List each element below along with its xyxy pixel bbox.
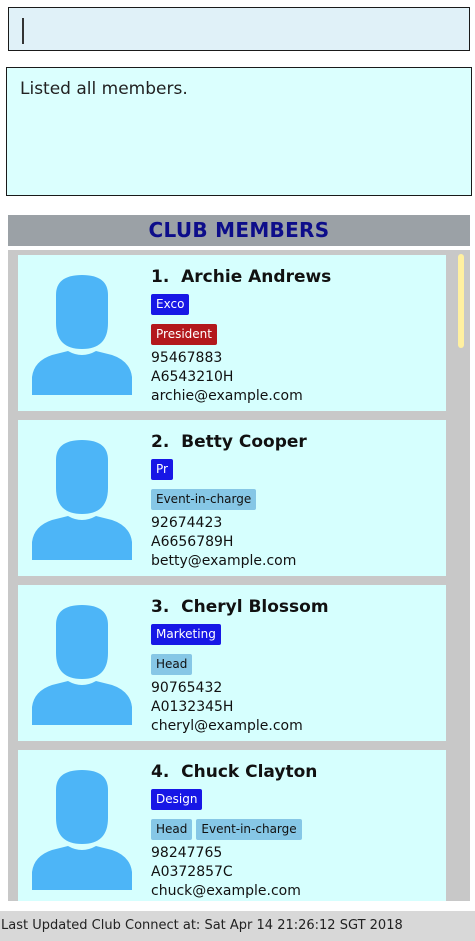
tag-row: Exco xyxy=(151,293,441,319)
user-avatar-icon xyxy=(32,440,132,560)
status-bar: Last Updated Club Connect at: Sat Apr 14… xyxy=(0,911,475,941)
command-input[interactable] xyxy=(9,8,469,50)
result-message: Listed all members. xyxy=(20,79,188,99)
tag-row: Head xyxy=(151,653,441,679)
last-updated-text: Last Updated Club Connect at: Sat Apr 14… xyxy=(1,918,403,933)
member-list-header: CLUB MEMBERS xyxy=(8,215,470,246)
member-index: 1. xyxy=(151,267,170,287)
member-index: 2. xyxy=(151,432,170,452)
member-index: 4. xyxy=(151,762,170,782)
member-name-text: Archie Andrews xyxy=(181,267,332,287)
user-avatar-icon xyxy=(32,605,132,725)
member-id: A0372857C xyxy=(151,864,233,880)
text-caret xyxy=(22,18,24,44)
member-email: cheryl@example.com xyxy=(151,718,303,734)
tag-role: Event-in-charge xyxy=(196,819,302,840)
member-phone: 92674423 xyxy=(151,515,223,531)
user-avatar-icon xyxy=(32,770,132,890)
tag-group: Exco xyxy=(151,294,190,315)
member-phone: 98247765 xyxy=(151,845,223,861)
member-card[interactable]: 1. Archie Andrews Exco President 9546788… xyxy=(18,255,446,411)
tag-row: President xyxy=(151,323,441,349)
member-name: 4. Chuck Clayton xyxy=(151,760,441,784)
tag-role: Head xyxy=(151,654,193,675)
result-display: Listed all members. xyxy=(6,67,472,196)
member-name-text: Betty Cooper xyxy=(181,432,307,452)
member-name-text: Cheryl Blossom xyxy=(181,597,329,617)
tag-role: Head xyxy=(151,819,193,840)
member-id: A6543210H xyxy=(151,369,234,385)
member-name-text: Chuck Clayton xyxy=(181,762,318,782)
user-avatar-icon xyxy=(32,275,132,395)
member-name: 3. Cheryl Blossom xyxy=(151,595,441,619)
member-email: betty@example.com xyxy=(151,553,297,569)
member-email: archie@example.com xyxy=(151,388,303,404)
tag-row: Design xyxy=(151,788,441,814)
command-box[interactable] xyxy=(8,7,470,51)
tag-row: Marketing xyxy=(151,623,441,649)
tag-group: Pr xyxy=(151,459,173,480)
member-name: 1. Archie Andrews xyxy=(151,265,441,289)
member-phone: 95467883 xyxy=(151,350,223,366)
member-name: 2. Betty Cooper xyxy=(151,430,441,454)
member-card[interactable]: 3. Cheryl Blossom Marketing Head 9076543… xyxy=(18,585,446,741)
tag-row: Head Event-in-charge xyxy=(151,818,441,844)
member-index: 3. xyxy=(151,597,170,617)
tag-role: Event-in-charge xyxy=(151,489,257,510)
tag-role: President xyxy=(151,324,217,345)
member-list-panel[interactable]: 1. Archie Andrews Exco President 9546788… xyxy=(8,250,470,901)
member-phone: 90765432 xyxy=(151,680,223,696)
member-email: chuck@example.com xyxy=(151,883,301,899)
tag-row: Pr xyxy=(151,458,441,484)
member-id: A0132345H xyxy=(151,699,234,715)
tag-group: Design xyxy=(151,789,203,810)
member-card[interactable]: 2. Betty Cooper Pr Event-in-charge 92674… xyxy=(18,420,446,576)
scrollbar-thumb[interactable] xyxy=(458,254,464,348)
member-card[interactable]: 4. Chuck Clayton Design Head Event-in-cha… xyxy=(18,750,446,901)
member-id: A6656789H xyxy=(151,534,234,550)
tag-group: Marketing xyxy=(151,624,221,645)
tag-row: Event-in-charge xyxy=(151,488,441,514)
